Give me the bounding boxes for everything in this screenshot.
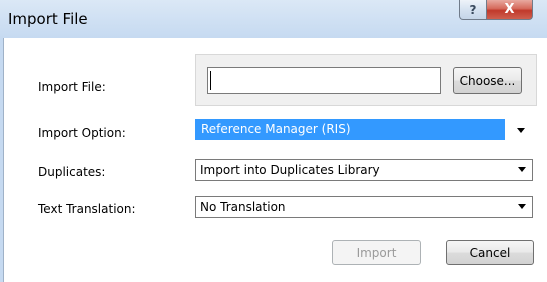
window-title: Import File [8,10,88,28]
import-file-label: Import File: [38,80,106,94]
import-file-input[interactable] [207,67,441,94]
window-frame-edge [0,38,4,282]
cancel-button-label: Cancel [469,245,511,260]
chevron-down-icon[interactable] [518,204,526,209]
help-icon: ? [469,2,477,17]
title-bar[interactable]: Import File ? X [0,0,547,38]
chevron-down-icon[interactable] [518,167,526,172]
import-button[interactable]: Import [332,240,421,265]
help-button[interactable]: ? [459,0,487,20]
close-button[interactable]: X [486,0,533,20]
duplicates-label: Duplicates: [38,165,106,179]
import-option-value: Reference Manager (RIS) [201,122,351,136]
choose-button[interactable]: Choose... [453,67,522,94]
import-option-label: Import Option: [38,126,126,140]
cancel-button[interactable]: Cancel [446,240,534,265]
text-translation-select[interactable]: No Translation [195,196,533,218]
import-file-dialog: Import File ? X Import File: Choose... I… [0,0,547,282]
import-option-select[interactable]: Reference Manager (RIS) [195,117,537,143]
text-translation-label: Text Translation: [38,202,136,216]
text-caret [210,71,211,90]
choose-button-label: Choose... [459,73,516,88]
duplicates-value: Import into Duplicates Library [200,163,380,177]
chevron-down-icon[interactable] [517,128,525,133]
close-icon: X [504,2,515,17]
text-translation-value: No Translation [200,200,286,214]
import-button-label: Import [356,245,397,260]
duplicates-select[interactable]: Import into Duplicates Library [195,159,533,181]
